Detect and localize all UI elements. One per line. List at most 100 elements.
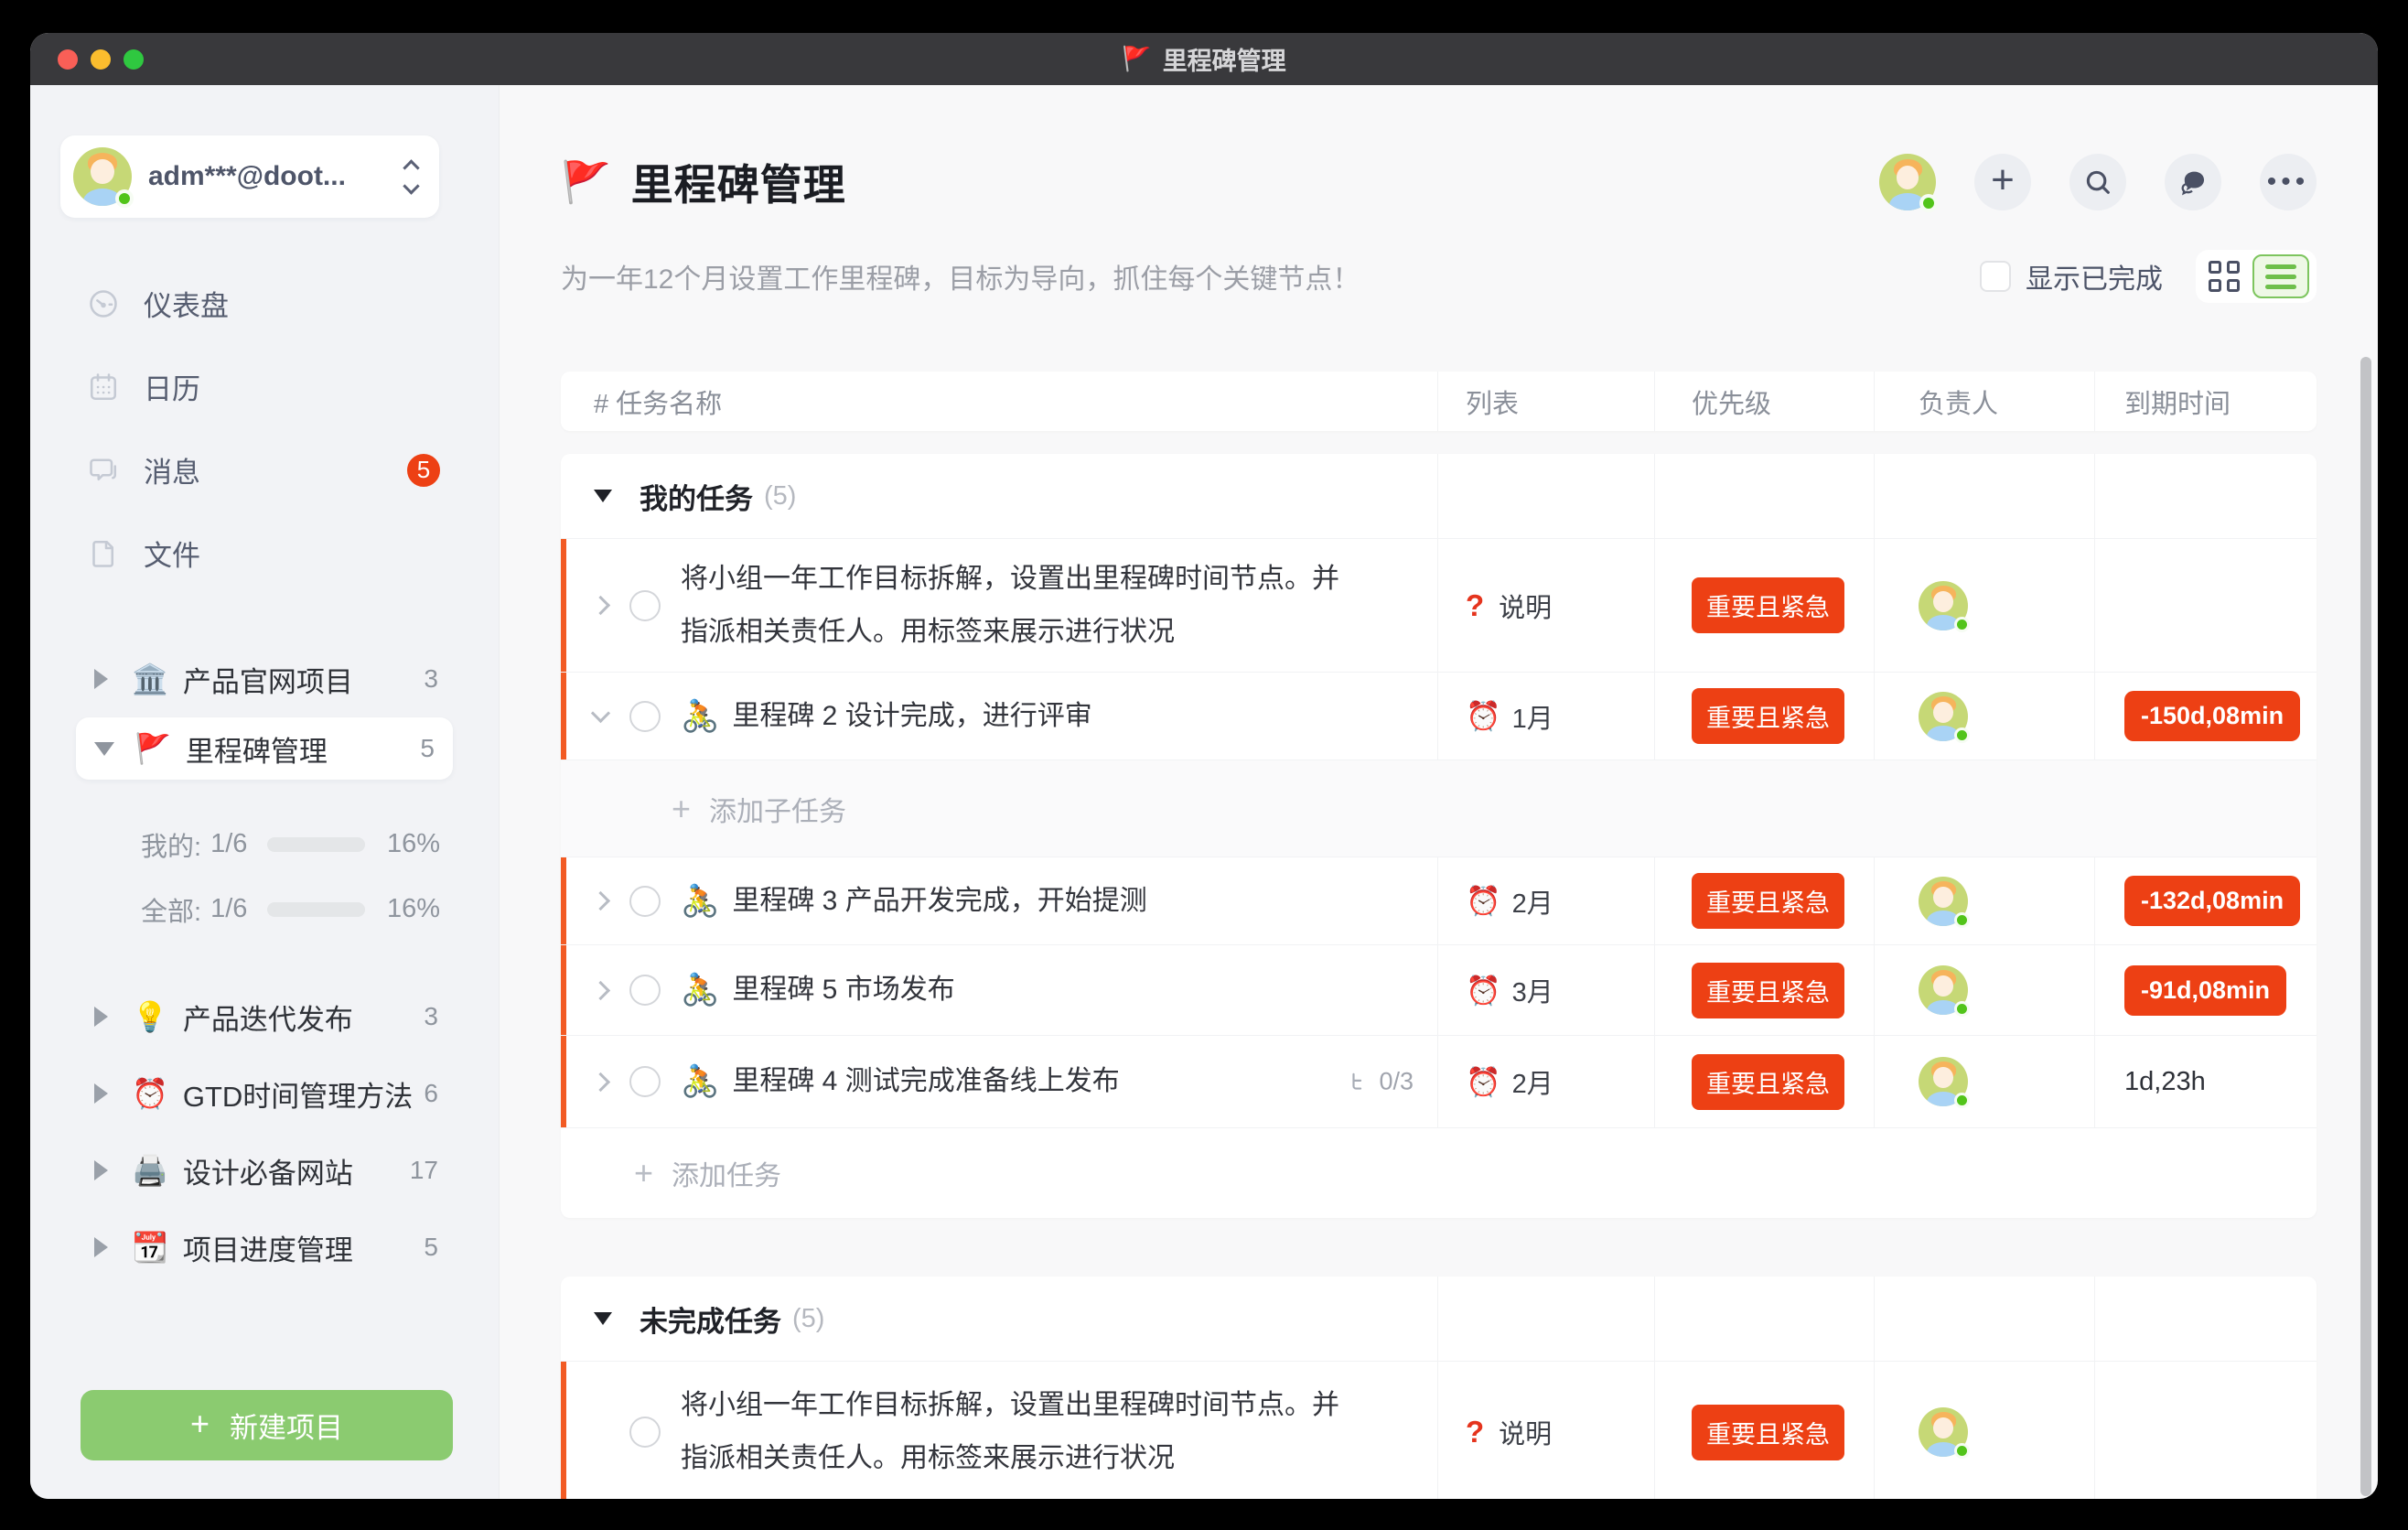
expand-arrow-icon[interactable] xyxy=(94,742,114,756)
collapse-chevron-icon[interactable] xyxy=(591,704,610,723)
sidebar-item-label: 日历 xyxy=(144,366,499,407)
minimize-window-button[interactable] xyxy=(91,49,111,70)
online-status-dot xyxy=(115,189,134,208)
task-checkbox[interactable] xyxy=(629,1066,661,1097)
group-collapse-icon[interactable] xyxy=(594,1312,612,1325)
group-title: 我的任务 xyxy=(640,476,753,517)
column-header-priority: 优先级 xyxy=(1692,382,1771,421)
current-user-avatar[interactable] xyxy=(1879,154,1936,210)
project-item[interactable]: 📆 项目进度管理 5 xyxy=(30,1209,499,1286)
group-collapse-icon[interactable] xyxy=(594,490,612,502)
task-name: 里程碑 2 设计完成，进行评审 xyxy=(732,690,1091,743)
project-item[interactable]: 🏛️ 产品官网项目 3 xyxy=(30,641,499,717)
collapse-arrow-icon[interactable] xyxy=(94,1007,108,1027)
project-emoji: ⏰ xyxy=(132,1076,168,1111)
urgency-stripe xyxy=(561,539,566,672)
collapse-arrow-icon[interactable] xyxy=(94,669,108,689)
project-name: 项目进度管理 xyxy=(183,1227,425,1268)
task-checkbox[interactable] xyxy=(629,975,661,1006)
priority-badge: 重要且紧急 xyxy=(1692,577,1844,633)
table-row[interactable]: 🚴 里程碑 2 设计完成，进行评审 ⏰1月 重要且紧急 -150d,08min xyxy=(561,672,2317,760)
flag-icon: 🚩 xyxy=(1122,45,1151,73)
progress-percent: 16% xyxy=(387,829,440,859)
table-row[interactable]: 🚴 里程碑 4 测试完成准备线上发布 0/3 ⏰2月 重要且紧急 1d,23h xyxy=(561,1035,2317,1127)
table-row[interactable]: 🚴 里程碑 5 市场发布 ⏰3月 重要且紧急 -91d,08min xyxy=(561,944,2317,1035)
task-checkbox[interactable] xyxy=(629,1417,661,1448)
file-icon xyxy=(87,537,120,570)
task-checkbox[interactable] xyxy=(629,886,661,917)
window-title: 🚩 里程碑管理 xyxy=(1122,41,1285,77)
new-project-button[interactable]: + 新建项目 xyxy=(81,1390,453,1460)
main-content: 🚩 里程碑管理 + ••• xyxy=(500,85,2378,1499)
add-task-row[interactable]: + 添加任务 xyxy=(561,1127,2317,1218)
group-header[interactable]: 未完成任务 (5) xyxy=(561,1277,2317,1361)
sidebar-item-files[interactable]: 文件 xyxy=(30,512,499,595)
plus-icon: + xyxy=(1991,160,2015,200)
table-row[interactable]: 将小组一年工作目标拆解，设置出里程碑时间节点。并指派相关责任人。用标签来展示进行… xyxy=(561,538,2317,672)
project-emoji: 🚩 xyxy=(134,731,171,766)
collapse-arrow-icon[interactable] xyxy=(94,1160,108,1180)
progress-label: 全部: xyxy=(141,890,201,929)
assignee-avatar xyxy=(1919,877,1968,926)
more-options-button[interactable]: ••• xyxy=(2260,154,2317,210)
close-window-button[interactable] xyxy=(58,49,78,70)
progress-ratio: 1/6 xyxy=(210,894,247,924)
collapse-arrow-icon[interactable] xyxy=(94,1237,108,1257)
project-item-selected[interactable]: 🚩 里程碑管理 5 xyxy=(76,717,453,780)
progress-bar xyxy=(267,902,365,917)
show-completed-checkbox[interactable] xyxy=(1980,261,2011,292)
assignee-avatar xyxy=(1919,692,1968,741)
sidebar-item-label: 消息 xyxy=(144,449,403,490)
search-button[interactable] xyxy=(2069,154,2126,210)
urgency-stripe xyxy=(561,673,566,760)
account-name: adm***@doot... xyxy=(148,161,405,192)
table-row[interactable]: 将小组一年工作目标拆解，设置出里程碑时间节点。并指派相关责任人。用标签来展示进行… xyxy=(561,1361,2317,1499)
task-emoji: 🚴 xyxy=(681,698,719,735)
list-name: 2月 xyxy=(1512,882,1553,921)
table-row[interactable]: 🚴 里程碑 3 产品开发完成，开始提测 ⏰2月 重要且紧急 -132d,08mi… xyxy=(561,857,2317,944)
task-checkbox[interactable] xyxy=(629,701,661,732)
scrollbar[interactable] xyxy=(2360,357,2371,1496)
search-icon xyxy=(2082,167,2113,198)
project-item[interactable]: ⏰ GTD时间管理方法 6 xyxy=(30,1055,499,1132)
group-count: (5) xyxy=(764,481,796,512)
project-task-count: 6 xyxy=(424,1079,438,1108)
task-checkbox[interactable] xyxy=(629,590,661,621)
list-view-button-active[interactable] xyxy=(2252,254,2309,298)
group-header[interactable]: 我的任务 (5) xyxy=(561,454,2317,538)
expand-chevron-icon[interactable] xyxy=(591,891,610,910)
column-header-task: # 任务名称 xyxy=(594,382,722,421)
sidebar-item-messages[interactable]: 消息 5 xyxy=(30,428,499,512)
project-emoji: 🏛️ xyxy=(132,662,168,696)
sidebar-item-calendar[interactable]: 日历 xyxy=(30,345,499,428)
expand-chevron-icon[interactable] xyxy=(591,596,610,615)
project-name: 设计必备网站 xyxy=(183,1150,410,1191)
app-window: 🚩 里程碑管理 adm***@doot... 仪表盘 xyxy=(30,33,2378,1499)
progress-label: 我的: xyxy=(141,825,201,864)
add-button[interactable]: + xyxy=(1974,154,2031,210)
question-icon: ? xyxy=(1466,1415,1484,1449)
chat-button[interactable] xyxy=(2165,154,2221,210)
grid-view-button[interactable] xyxy=(2209,261,2240,292)
column-header-assignee: 负责人 xyxy=(1919,382,1998,421)
show-completed-label[interactable]: 显示已完成 xyxy=(2026,256,2163,296)
expand-chevron-icon[interactable] xyxy=(591,980,610,999)
dashboard-icon xyxy=(87,287,120,320)
alarm-icon: ⏰ xyxy=(1466,1065,1501,1099)
project-item[interactable]: 💡 产品迭代发布 3 xyxy=(30,978,499,1055)
expand-chevron-icon[interactable] xyxy=(591,1072,610,1091)
message-icon xyxy=(87,454,120,487)
collapse-arrow-icon[interactable] xyxy=(94,1083,108,1104)
project-item[interactable]: 🖨️ 设计必备网站 17 xyxy=(30,1132,499,1209)
maximize-window-button[interactable] xyxy=(124,49,144,70)
account-switcher[interactable]: adm***@doot... xyxy=(60,135,439,218)
priority-badge: 重要且紧急 xyxy=(1692,963,1844,1018)
due-time-text: 1d,23h xyxy=(2124,1067,2206,1097)
list-name: 说明 xyxy=(1499,587,1552,625)
assignee-avatar xyxy=(1919,581,1968,630)
sidebar-item-dashboard[interactable]: 仪表盘 xyxy=(30,262,499,345)
project-name: 产品官网项目 xyxy=(183,659,425,700)
add-subtask-row[interactable]: + 添加子任务 xyxy=(561,760,2317,857)
task-name: 将小组一年工作目标拆解，设置出里程碑时间节点。并指派相关责任人。用标签来展示进行… xyxy=(681,553,1349,659)
sidebar: adm***@doot... 仪表盘 日历 消息 5 xyxy=(30,85,500,1499)
